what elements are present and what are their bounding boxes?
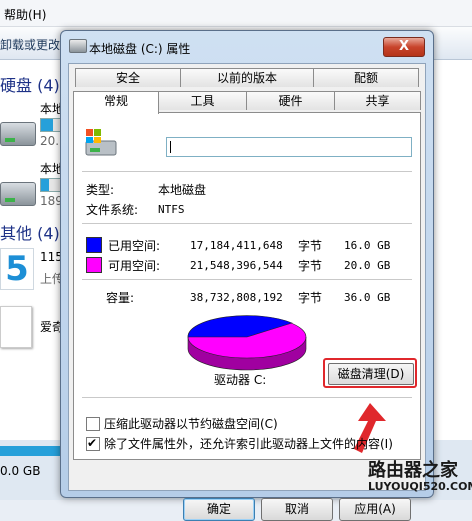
- checkmark-icon: ✔: [87, 436, 98, 450]
- disk-cleanup-button[interactable]: 磁盘清理(D): [328, 363, 414, 385]
- index-label: 除了文件属性外，还允许索引此驱动器上文件的内容(I): [104, 437, 393, 451]
- tab-sharing[interactable]: 共享: [334, 91, 421, 110]
- drive-1-usage-bar: [40, 118, 62, 132]
- tab-quota[interactable]: 配额: [313, 68, 419, 87]
- used-space-swatch: [86, 237, 102, 253]
- section-hard-disks: 硬盘 (4): [0, 76, 60, 95]
- drive-2-usage-bar: [40, 178, 62, 192]
- hard-drive-icon: [0, 122, 36, 146]
- ok-button[interactable]: 确定: [183, 498, 255, 521]
- divider: [82, 279, 412, 280]
- tab-general[interactable]: 常规: [73, 91, 159, 114]
- disk-usage-pie: [187, 315, 307, 371]
- cancel-button[interactable]: 取消: [261, 498, 333, 521]
- divider: [82, 397, 412, 398]
- free-space-gb: 20.0 GB: [344, 259, 391, 272]
- tab-security[interactable]: 安全: [75, 68, 181, 87]
- used-space-unit: 字节: [298, 239, 323, 253]
- general-panel: 类型: 本地磁盘 文件系统: NTFS 已用空间: 17,184,411,648…: [73, 112, 421, 460]
- close-button[interactable]: X: [383, 37, 425, 57]
- capacity-gb: 36.0 GB: [344, 291, 391, 304]
- details-size: 0.0 GB: [0, 464, 41, 478]
- details-usage-bar: [0, 446, 60, 456]
- menu-help[interactable]: 帮助(H): [4, 6, 46, 23]
- file-system-value: NTFS: [158, 203, 185, 216]
- tab-hardware[interactable]: 硬件: [246, 91, 335, 110]
- volume-label-input[interactable]: [166, 137, 412, 157]
- free-space-unit: 字节: [298, 259, 323, 273]
- compress-label: 压缩此驱动器以节约磁盘空间(C): [104, 417, 278, 431]
- local-disk-icon: [85, 129, 117, 156]
- tab-tools[interactable]: 工具: [158, 91, 247, 110]
- used-space-gb: 16.0 GB: [344, 239, 391, 252]
- capacity-label: 容量:: [106, 291, 135, 305]
- used-space-label: 已用空间:: [108, 239, 161, 253]
- type-value: 本地磁盘: [158, 183, 207, 197]
- free-space-label: 可用空间:: [108, 259, 161, 273]
- capacity-unit: 字节: [298, 291, 323, 305]
- properties-dialog: 本地磁盘 (C:) 属性 X 安全 以前的版本 配额 常规 工具 硬件 共享 类…: [60, 30, 434, 521]
- hard-drive-icon: [0, 182, 36, 206]
- menu-bar: 帮助(H): [0, 0, 472, 27]
- divider: [82, 223, 412, 224]
- section-other: 其他 (4): [0, 224, 60, 243]
- dialog-title: 本地磁盘 (C:) 属性: [89, 42, 191, 56]
- dialog-client: 安全 以前的版本 配额 常规 工具 硬件 共享 类型: 本地磁盘 文件系统: N…: [68, 63, 426, 521]
- free-space-bytes: 21,548,396,544: [190, 259, 283, 272]
- text-caret: [170, 141, 171, 153]
- divider: [82, 171, 412, 172]
- type-label: 类型:: [86, 183, 115, 197]
- used-space-bytes: 17,184,411,648: [190, 239, 283, 252]
- drive-letter-label: 驱动器 C:: [214, 373, 267, 387]
- file-system-label: 文件系统:: [86, 203, 139, 217]
- apply-button[interactable]: 应用(A): [339, 498, 411, 521]
- watermark-url: LUYOUQI520.COM: [368, 480, 472, 493]
- drive-icon: [69, 39, 87, 53]
- tab-previous-versions[interactable]: 以前的版本: [180, 68, 314, 87]
- compress-checkbox[interactable]: [86, 417, 100, 431]
- free-space-swatch: [86, 257, 102, 273]
- document-icon: [0, 306, 32, 348]
- app-5-icon: 5: [0, 248, 34, 290]
- capacity-bytes: 38,732,808,192: [190, 291, 283, 304]
- drive-1-size: 20.: [40, 134, 60, 148]
- index-checkbox[interactable]: ✔: [86, 436, 100, 451]
